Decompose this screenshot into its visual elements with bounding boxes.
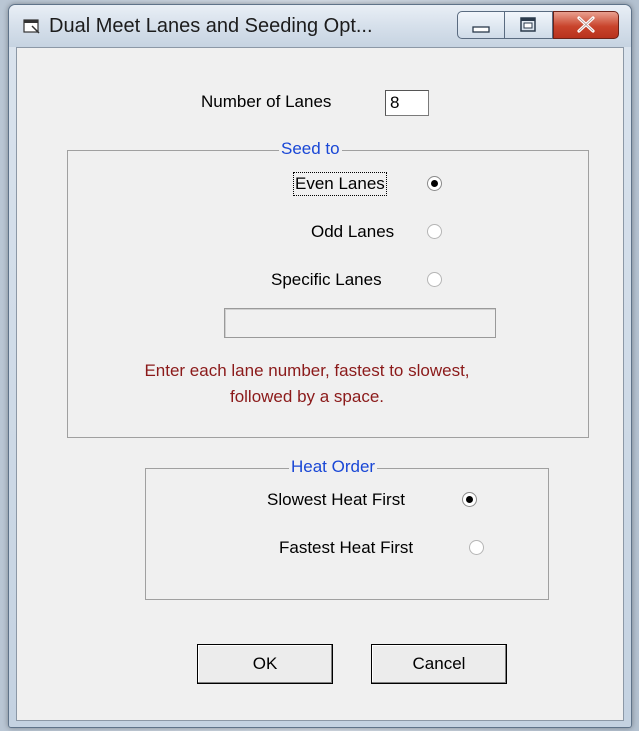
heat-order-legend: Heat Order [289, 457, 378, 477]
fastest-heat-first-radio[interactable] [469, 540, 484, 555]
dialog-window: Dual Meet Lanes and Seeding Opt... Numbe… [8, 4, 632, 728]
caption-buttons [457, 11, 627, 41]
title-bar[interactable]: Dual Meet Lanes and Seeding Opt... [9, 5, 631, 47]
specific-lanes-radio[interactable] [427, 272, 442, 287]
minimize-icon [472, 26, 490, 33]
seed-to-legend: Seed to [279, 139, 342, 159]
dialog-client-area: Number of Lanes 8 Seed to Even Lanes Odd… [16, 47, 624, 721]
specific-lanes-label[interactable]: Specific Lanes [271, 270, 382, 290]
number-of-lanes-label: Number of Lanes [201, 92, 332, 111]
slowest-heat-first-radio[interactable] [462, 492, 477, 507]
minimize-button[interactable] [457, 11, 505, 39]
heat-order-group [145, 468, 549, 600]
fastest-heat-first-label[interactable]: Fastest Heat First [279, 538, 413, 558]
dialog-icon [23, 19, 40, 34]
close-button[interactable] [553, 11, 619, 39]
odd-lanes-radio[interactable] [427, 224, 442, 239]
specific-lanes-input[interactable] [224, 308, 496, 338]
odd-lanes-label[interactable]: Odd Lanes [311, 222, 394, 242]
ok-button[interactable]: OK [197, 644, 333, 684]
even-lanes-label[interactable]: Even Lanes [293, 172, 387, 196]
slowest-heat-first-label[interactable]: Slowest Heat First [267, 490, 405, 510]
close-icon [577, 16, 595, 33]
hint-line-1: Enter each lane number, fastest to slowe… [144, 361, 470, 380]
window-title: Dual Meet Lanes and Seeding Opt... [49, 15, 373, 37]
hint-line-2: followed by a space. [229, 387, 385, 406]
maximize-button[interactable] [505, 11, 553, 39]
even-lanes-radio[interactable] [427, 176, 442, 191]
cancel-button[interactable]: Cancel [371, 644, 507, 684]
number-of-lanes-input[interactable]: 8 [385, 90, 429, 116]
maximize-icon [520, 17, 536, 32]
specific-lanes-hint: Enter each lane number, fastest to slowe… [77, 358, 537, 410]
